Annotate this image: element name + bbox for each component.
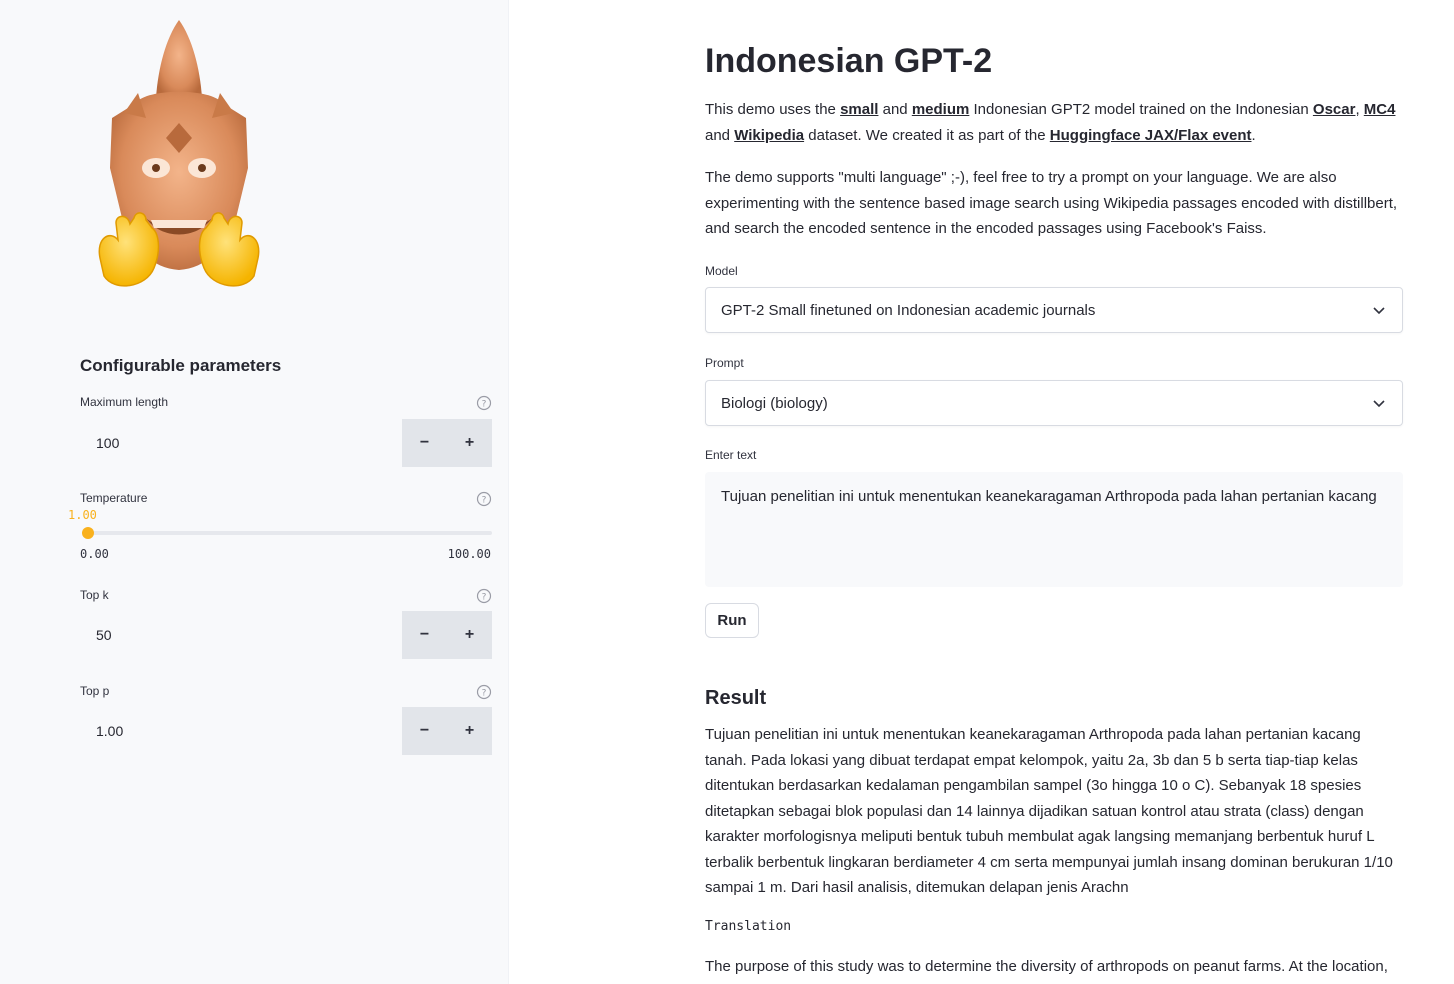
prompt-label: Prompt (705, 356, 744, 370)
svg-text:?: ? (482, 593, 487, 603)
top-k-label: Top k (80, 588, 109, 602)
max-length-label: Maximum length (80, 395, 169, 409)
result-text: Tujuan penelitian ini untuk menentukan k… (705, 726, 1393, 896)
svg-text:?: ? (482, 400, 487, 410)
garuda-mask-logo-icon (98, 20, 260, 287)
temperature-slider-min: 0.00 (80, 547, 109, 561)
increment-button[interactable]: + (447, 611, 492, 659)
help-icon[interactable]: ? (476, 395, 492, 411)
stepper-buttons: − + (402, 419, 492, 467)
link-mc4[interactable]: MC4 (1364, 101, 1396, 118)
page-title: Indonesian GPT-2 (705, 42, 993, 80)
chevron-down-icon (1373, 307, 1385, 315)
help-icon[interactable]: ? (476, 684, 492, 700)
svg-text:?: ? (482, 689, 487, 699)
decrement-button[interactable]: − (402, 611, 447, 659)
run-button[interactable]: Run (705, 603, 759, 638)
link-small[interactable]: small (840, 101, 878, 118)
decrement-button[interactable]: − (402, 707, 447, 755)
top-p-label: Top p (80, 684, 110, 698)
sidebar: Configurable parameters Maximum length ?… (0, 0, 509, 984)
chevron-down-icon (1373, 400, 1385, 408)
model-select-value: GPT-2 Small finetuned on Indonesian acad… (721, 301, 1096, 319)
temperature-slider-max: 100.00 (447, 547, 491, 561)
description-paragraph: The demo supports "multi language" ;-), … (705, 169, 1398, 237)
help-icon[interactable]: ? (476, 588, 492, 604)
max-length-input[interactable] (80, 419, 402, 467)
stepper-buttons: − + (402, 611, 492, 659)
enter-text-label: Enter text (705, 448, 757, 462)
enter-text-textarea[interactable]: Tujuan penelitian ini untuk menentukan k… (705, 472, 1403, 587)
increment-button[interactable]: + (447, 707, 492, 755)
help-icon[interactable]: ? (476, 491, 492, 507)
prompt-select[interactable]: Biologi (biology) (705, 380, 1403, 426)
top-k-stepper: − + (80, 611, 492, 659)
top-p-stepper: − + (80, 707, 492, 755)
max-length-stepper: − + (80, 419, 492, 467)
link-oscar[interactable]: Oscar (1313, 101, 1356, 118)
prompt-select-value: Biologi (biology) (721, 394, 828, 412)
decrement-button[interactable]: − (402, 419, 447, 467)
top-p-input[interactable] (80, 707, 402, 755)
temperature-slider-value: 1.00 (68, 508, 97, 522)
temperature-label: Temperature (80, 491, 148, 505)
translation-label: Translation (705, 919, 792, 934)
temperature-slider-thumb[interactable] (82, 527, 95, 539)
model-select[interactable]: GPT-2 Small finetuned on Indonesian acad… (705, 287, 1403, 333)
intro-paragraph: This demo uses the small and medium Indo… (705, 101, 1396, 144)
link-wikipedia[interactable]: Wikipedia (734, 127, 804, 144)
increment-button[interactable]: + (447, 419, 492, 467)
top-k-input[interactable] (80, 611, 402, 659)
svg-text:?: ? (482, 496, 487, 506)
translation-text: The purpose of this study was to determi… (705, 958, 1388, 975)
link-huggingface-event[interactable]: Huggingface JAX/Flax event (1050, 127, 1252, 144)
model-label: Model (705, 264, 738, 278)
result-heading: Result (705, 687, 767, 709)
stepper-buttons: − + (402, 707, 492, 755)
sidebar-title: Configurable parameters (80, 356, 282, 375)
temperature-slider-track[interactable] (82, 527, 492, 539)
link-medium[interactable]: medium (912, 101, 970, 118)
